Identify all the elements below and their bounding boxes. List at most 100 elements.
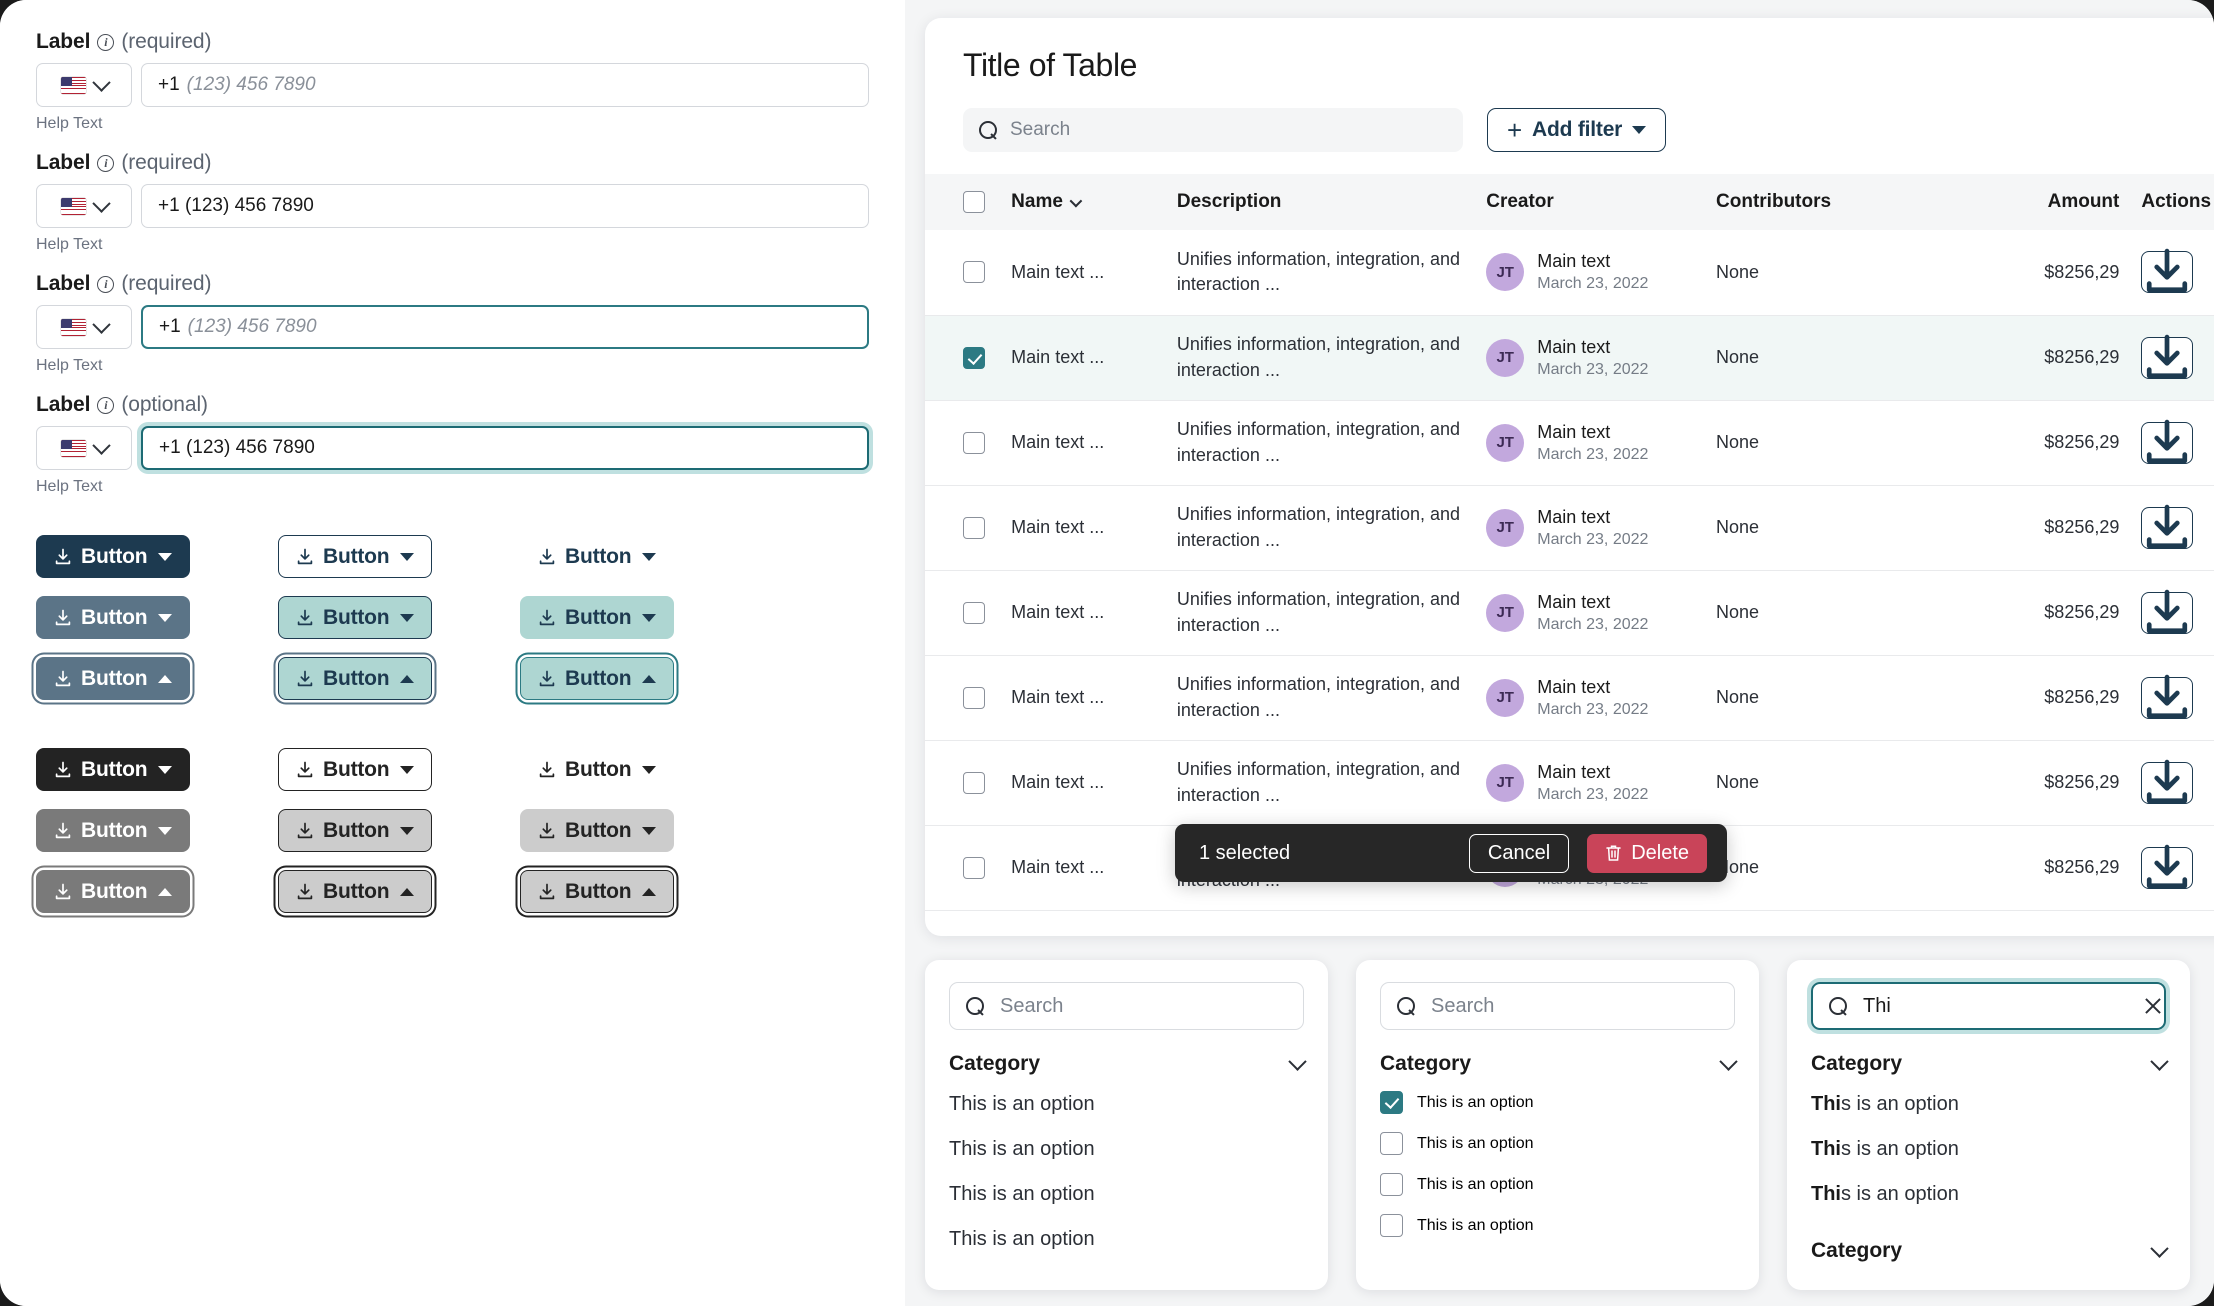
filter-option[interactable]: This is an option (1811, 1127, 2166, 1172)
filter-option[interactable]: This is an option (1811, 1082, 2166, 1127)
row-checkbox[interactable] (963, 516, 985, 539)
country-code-select[interactable] (36, 184, 132, 228)
row-checkbox[interactable] (963, 771, 985, 794)
info-icon[interactable]: i (97, 396, 115, 414)
panel-search-field[interactable] (1861, 993, 2130, 1019)
option-checkbox[interactable] (1380, 1091, 1403, 1114)
table-toolbar: Search + Add filter (925, 84, 2214, 152)
option-checkbox[interactable] (1380, 1173, 1403, 1196)
table-row[interactable]: Main text ... Unifies information, integ… (925, 315, 2214, 401)
creator-name: Main text (1537, 506, 1611, 527)
search-icon (1829, 996, 1848, 1016)
showcase-button-primary-hover[interactable]: Button (36, 809, 191, 852)
cancel-button[interactable]: Cancel (1468, 833, 1570, 873)
filter-option[interactable]: This is an option (949, 1172, 1304, 1217)
row-checkbox[interactable] (963, 261, 985, 284)
row-download-button[interactable] (2141, 419, 2194, 464)
showcase-button-ghost[interactable]: Button (520, 535, 674, 578)
cell-name: Main text ... (1011, 655, 1177, 741)
info-icon[interactable]: i (97, 275, 115, 293)
phone-number-input[interactable]: +1 (123) 456 7890 (141, 426, 869, 470)
showcase-button-outline-focus[interactable]: Button (278, 870, 433, 913)
row-checkbox[interactable] (963, 686, 985, 709)
column-header-contributors[interactable]: Contributors (1716, 174, 1943, 230)
showcase-button-outline-hover[interactable]: Button (278, 596, 433, 639)
showcase-button-outline[interactable]: Button (278, 535, 433, 578)
row-checkbox[interactable] (963, 601, 985, 624)
table-row[interactable]: Main text ... Unifies information, integ… (925, 740, 2214, 826)
panel-search-input[interactable] (949, 982, 1304, 1030)
row-checkbox[interactable] (963, 431, 985, 454)
search-input[interactable]: Search (963, 108, 1463, 152)
country-code-select[interactable] (36, 426, 132, 470)
filter-option[interactable]: This is an option (949, 1127, 1304, 1172)
showcase-button-ghost[interactable]: Button (520, 748, 674, 791)
filter-option[interactable]: This is an option (1380, 1164, 1735, 1205)
showcase-button-primary[interactable]: Button (36, 748, 191, 791)
showcase-button-outline-focus[interactable]: Button (278, 657, 433, 700)
phone-number-input[interactable]: +1 (123) 456 7890 (141, 305, 869, 349)
panel-search-field[interactable] (1429, 993, 1718, 1019)
filter-category-header[interactable]: Category (1811, 1051, 2169, 1076)
table-row[interactable]: Main text ... Unifies information, integ… (925, 485, 2214, 571)
showcase-button-ghost-focus[interactable]: Button (520, 870, 675, 913)
row-download-button[interactable] (2141, 334, 2194, 379)
showcase-button-ghost-hover[interactable]: Button (520, 809, 675, 852)
phone-number-input[interactable]: +1 (123) 456 7890 (141, 63, 869, 107)
filter-category-header[interactable]: Category (949, 1051, 1307, 1076)
country-code-select[interactable] (36, 305, 132, 349)
row-checkbox[interactable] (963, 856, 985, 879)
option-label: This is an option (1417, 1134, 1534, 1152)
row-download-button[interactable] (2141, 504, 2194, 549)
info-icon[interactable]: i (97, 154, 115, 172)
row-download-button[interactable] (2141, 674, 2194, 719)
table-row[interactable]: Main text ... Unifies information, integ… (925, 655, 2214, 741)
row-download-button[interactable] (2141, 589, 2194, 634)
row-download-button[interactable] (2141, 844, 2194, 889)
filter-option[interactable]: This is an option (1380, 1123, 1735, 1164)
column-header-description[interactable]: Description (1176, 174, 1487, 230)
showcase-button-primary[interactable]: Button (36, 535, 191, 578)
column-header-amount[interactable]: Amount (1942, 174, 2142, 230)
panel-search-input[interactable] (1811, 982, 2166, 1030)
filter-option[interactable]: This is an option (1380, 1082, 1735, 1123)
filter-option[interactable]: This is an option (949, 1082, 1304, 1127)
table-row[interactable]: Main text ... Unifies information, integ… (925, 570, 2214, 656)
phone-field-2: Label i (required) +1 (123) 456 7890 Hel… (36, 151, 869, 254)
creator-date: March 23, 2022 (1537, 530, 1649, 548)
delete-button[interactable]: Delete (1587, 833, 1707, 873)
showcase-button-primary-focus[interactable]: Button (36, 870, 191, 913)
showcase-button-ghost-hover[interactable]: Button (520, 596, 675, 639)
sort-chevron-icon[interactable] (1069, 194, 1083, 208)
filter-option[interactable]: This is an option (1380, 1205, 1735, 1246)
creator-date: March 23, 2022 (1537, 275, 1649, 293)
filter-category-header-2[interactable]: Category (1811, 1238, 2169, 1263)
select-all-checkbox[interactable] (963, 190, 985, 213)
column-header-creator[interactable]: Creator (1486, 174, 1717, 230)
add-filter-button[interactable]: + Add filter (1487, 108, 1667, 152)
country-code-select[interactable] (36, 63, 132, 107)
filter-category-header[interactable]: Category (1380, 1051, 1738, 1076)
showcase-button-primary-focus[interactable]: Button (36, 657, 191, 700)
table-row[interactable]: Main text ... Unifies information, integ… (925, 400, 2214, 486)
column-header-actions[interactable]: Actions (2141, 174, 2214, 230)
option-checkbox[interactable] (1380, 1214, 1403, 1237)
info-icon[interactable]: i (97, 33, 115, 51)
table-row[interactable]: Main text ... Unifies information, integ… (925, 230, 2214, 316)
option-checkbox[interactable] (1380, 1132, 1403, 1155)
column-header-name[interactable]: Name (1011, 174, 1177, 230)
row-checkbox[interactable] (963, 346, 985, 369)
showcase-button-outline-hover[interactable]: Button (278, 809, 433, 852)
showcase-button-outline[interactable]: Button (278, 748, 433, 791)
label-text: Label (36, 272, 91, 295)
filter-option[interactable]: This is an option (949, 1217, 1304, 1262)
filter-option[interactable]: This is an option (1811, 1172, 2166, 1217)
phone-number-input[interactable]: +1 (123) 456 7890 (141, 184, 869, 228)
panel-search-field[interactable] (998, 993, 1287, 1019)
row-download-button[interactable] (2141, 759, 2194, 804)
showcase-button-ghost-focus[interactable]: Button (520, 657, 675, 700)
showcase-button-primary-hover[interactable]: Button (36, 596, 191, 639)
clear-search-icon[interactable] (2143, 996, 2163, 1016)
panel-search-input[interactable] (1380, 982, 1735, 1030)
row-download-button[interactable] (2141, 249, 2194, 294)
